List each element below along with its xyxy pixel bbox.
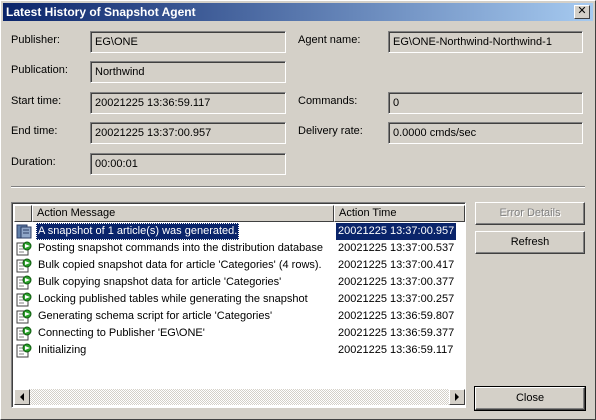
action-message: Posting snapshot commands into the distr…: [38, 242, 323, 254]
agent-action-icon: [16, 292, 32, 307]
action-time-column-header[interactable]: Action Time: [334, 205, 465, 222]
agent-action-icon: [16, 343, 32, 358]
action-time: 20021225 13:37:00.257: [338, 293, 455, 305]
close-window-button[interactable]: ✕: [574, 5, 590, 19]
agent-action-icon: [16, 275, 32, 290]
action-message: Bulk copied snapshot data for article 'C…: [38, 259, 322, 271]
publisher-label: Publisher:: [11, 34, 60, 46]
publication-field: Northwind: [90, 61, 286, 83]
list-row[interactable]: Initializing 20021225 13:36:59.117: [14, 342, 465, 359]
list-row[interactable]: Bulk copied snapshot data for article 'C…: [14, 257, 465, 274]
separator: [11, 186, 585, 188]
action-time: 20021225 13:37:00.417: [338, 259, 455, 271]
horizontal-scrollbar[interactable]: [14, 389, 465, 405]
scroll-left-button[interactable]: [14, 389, 30, 405]
snapshot-generated-icon: [16, 224, 32, 239]
duration-field: 00:00:01: [90, 153, 286, 175]
action-history-list[interactable]: Action Message Action Time A snapshot of…: [11, 202, 466, 408]
action-message: Locking published tables while generatin…: [38, 293, 308, 305]
start-time-label: Start time:: [11, 95, 62, 107]
start-time-field: 20021225 13:36:59.117: [90, 92, 286, 114]
list-row[interactable]: Bulk copying snapshot data for article '…: [14, 274, 465, 291]
list-row[interactable]: Connecting to Publisher 'EG\ONE' 20021225…: [14, 325, 465, 342]
publication-label: Publication:: [11, 64, 68, 76]
delivery-rate-field: 0.0000 cmds/sec: [388, 122, 583, 144]
action-time: 20021225 13:36:59.117: [338, 344, 454, 356]
duration-label: Duration:: [11, 156, 56, 168]
agent-name-label: Agent name:: [298, 34, 361, 46]
action-time: 20021225 13:37:00.377: [338, 276, 455, 288]
snapshot-agent-history-dialog: Latest History of Snapshot Agent ✕ Publi…: [0, 0, 596, 420]
agent-action-icon: [16, 326, 32, 341]
action-message: Bulk copying snapshot data for article '…: [38, 276, 282, 288]
arrow-left-icon: [20, 393, 24, 401]
action-time: 20021225 13:37:00.537: [338, 242, 455, 254]
scroll-right-button[interactable]: [449, 389, 465, 405]
list-row[interactable]: Generating schema script for article 'Ca…: [14, 308, 465, 325]
close-icon: ✕: [577, 5, 587, 17]
agent-action-icon: [16, 241, 32, 256]
action-time: 20021225 13:36:59.807: [338, 310, 455, 322]
agent-action-icon: [16, 258, 32, 273]
arrow-right-icon: [455, 393, 459, 401]
action-message: Generating schema script for article 'Ca…: [38, 310, 273, 322]
refresh-button[interactable]: Refresh: [475, 231, 585, 254]
end-time-label: End time:: [11, 125, 58, 137]
list-rows: A snapshot of 1 article(s) was generated…: [14, 223, 465, 359]
action-message-column-header[interactable]: Action Message: [32, 205, 334, 222]
icon-column-header[interactable]: [14, 205, 32, 222]
action-message: A snapshot of 1 article(s) was generated…: [36, 223, 240, 240]
agent-name-field: EG\ONE-Northwind-Northwind-1: [388, 31, 583, 53]
list-row[interactable]: Posting snapshot commands into the distr…: [14, 240, 465, 257]
list-row[interactable]: A snapshot of 1 article(s) was generated…: [14, 223, 465, 240]
list-row[interactable]: Locking published tables while generatin…: [14, 291, 465, 308]
close-button[interactable]: Close: [474, 386, 586, 411]
agent-action-icon: [16, 309, 32, 324]
action-message: Initializing: [38, 344, 87, 356]
error-details-button[interactable]: Error Details: [475, 202, 585, 225]
action-message: Connecting to Publisher 'EG\ONE': [38, 327, 205, 339]
action-time: 20021225 13:36:59.377: [338, 327, 455, 339]
delivery-rate-label: Delivery rate:: [298, 125, 363, 137]
end-time-field: 20021225 13:37:00.957: [90, 122, 286, 144]
publisher-field: EG\ONE: [90, 31, 286, 53]
list-header: Action Message Action Time: [14, 205, 465, 222]
window-title: Latest History of Snapshot Agent: [6, 5, 196, 19]
commands-field: 0: [388, 92, 583, 114]
action-time: 20021225 13:37:00.957: [336, 223, 457, 240]
title-bar[interactable]: Latest History of Snapshot Agent ✕: [3, 3, 593, 21]
commands-label: Commands:: [298, 95, 358, 107]
